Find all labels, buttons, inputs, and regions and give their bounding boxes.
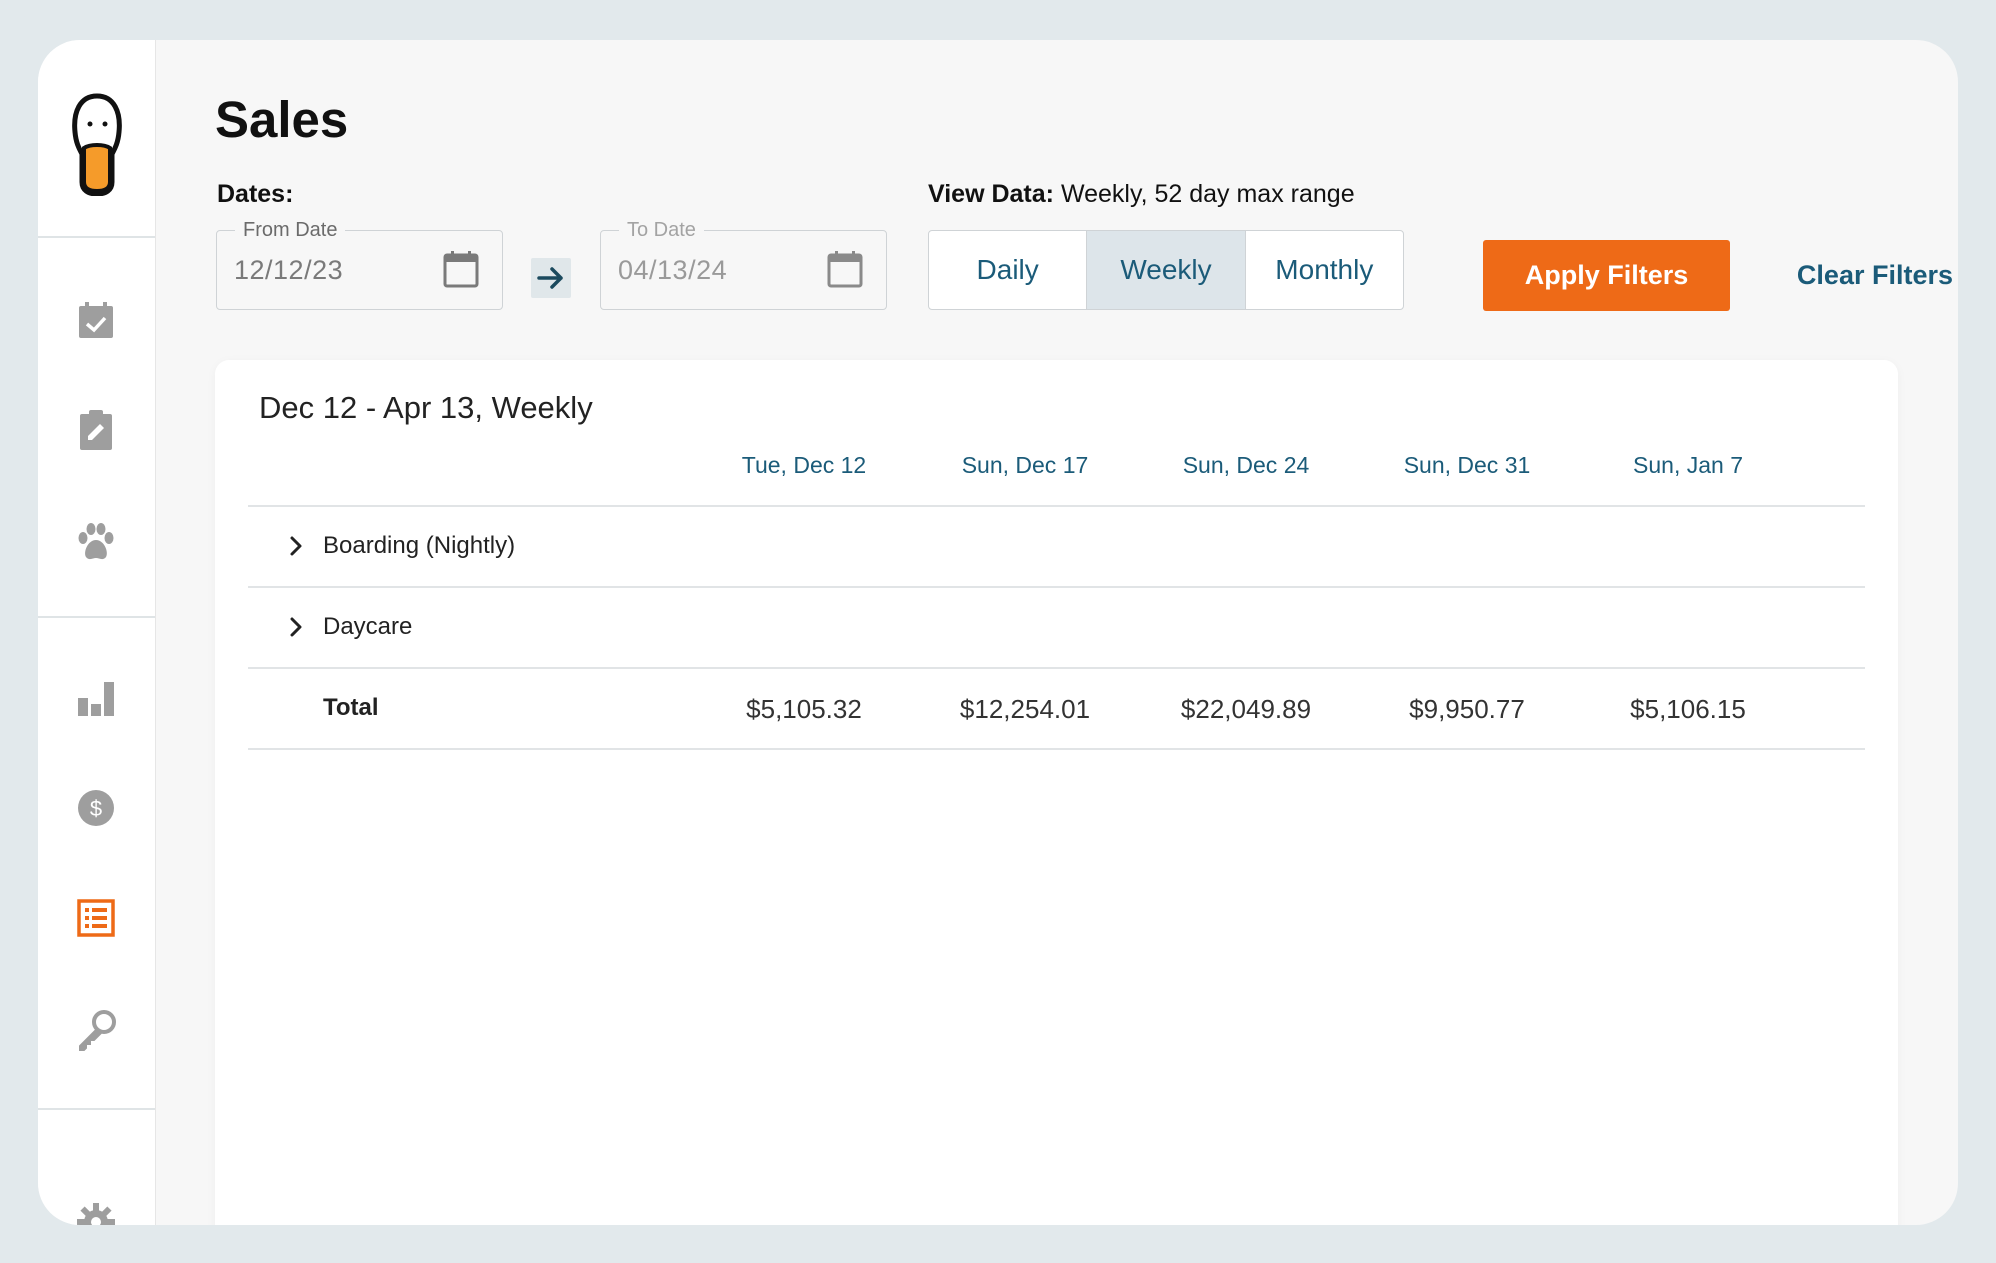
dates-label: Dates: bbox=[217, 180, 294, 208]
column-header: Sun, Dec 24 bbox=[1182, 452, 1310, 478]
row-label: Total bbox=[323, 694, 379, 721]
row-divider bbox=[248, 748, 1865, 750]
clipboard-edit-icon[interactable] bbox=[74, 408, 118, 452]
column-header: Sun, Jan 7 bbox=[1633, 452, 1743, 478]
view-data-heading: View Data: bbox=[928, 180, 1054, 208]
sidebar-divider bbox=[38, 616, 155, 618]
sidebar-divider bbox=[38, 236, 155, 238]
table-row-daycare[interactable]: Daycare bbox=[248, 587, 1865, 667]
from-date-value: 12/12/23 bbox=[234, 255, 344, 285]
key-icon[interactable] bbox=[74, 1008, 118, 1052]
calendar-check-icon[interactable] bbox=[74, 298, 118, 342]
table-row-boarding[interactable]: Boarding (Nightly) bbox=[248, 506, 1865, 586]
sidebar: $ bbox=[38, 40, 156, 1225]
row-label: Daycare bbox=[323, 613, 413, 640]
from-date-field[interactable]: From Date 12/12/23 bbox=[216, 219, 503, 310]
dollar-icon[interactable]: $ bbox=[74, 786, 118, 830]
column-header: Sun, Dec 31 bbox=[1403, 452, 1531, 478]
table-cell: $22,049.89 bbox=[1180, 694, 1312, 724]
bar-chart-icon[interactable] bbox=[74, 676, 118, 720]
page-title: Sales bbox=[215, 91, 349, 148]
apply-filters-button[interactable]: Apply Filters bbox=[1483, 240, 1730, 311]
main-content: Sales Dates: From Date 12/12/23 To Date … bbox=[155, 40, 1958, 1225]
from-date-legend: From Date bbox=[235, 219, 346, 242]
table-row-total: Total $5,105.32 $12,254.01 $22,049.89 $9… bbox=[248, 668, 1865, 748]
chevron-right-icon[interactable] bbox=[284, 534, 308, 558]
row-label: Boarding (Nightly) bbox=[323, 532, 516, 559]
sales-table-card: Dec 12 - Apr 13, Weekly Tue, Dec 12 Sun,… bbox=[215, 360, 1898, 1225]
to-date-field[interactable]: To Date 04/13/24 bbox=[600, 219, 887, 310]
view-data-label: View Data: Weekly, 52 day max range bbox=[928, 180, 1355, 209]
table-cell: $12,254.01 bbox=[959, 694, 1091, 724]
table-cell: $5,106.15 bbox=[1630, 694, 1746, 724]
to-date-legend: To Date bbox=[619, 219, 704, 242]
clear-filters-link[interactable]: Clear Filters bbox=[1731, 240, 1953, 311]
svg-text:$: $ bbox=[90, 796, 102, 821]
report-list-icon[interactable] bbox=[74, 896, 118, 940]
calendar-icon[interactable] bbox=[442, 249, 480, 289]
view-option-daily[interactable]: Daily bbox=[929, 231, 1088, 309]
table-title: Dec 12 - Apr 13, Weekly bbox=[259, 390, 593, 425]
view-toggle: Daily Weekly Monthly bbox=[928, 230, 1404, 310]
chevron-right-icon[interactable] bbox=[284, 615, 308, 639]
view-option-weekly[interactable]: Weekly bbox=[1087, 231, 1246, 309]
column-header: Tue, Dec 12 bbox=[741, 452, 867, 478]
calendar-icon[interactable] bbox=[826, 249, 864, 289]
table-cell: $5,105.32 bbox=[746, 694, 862, 724]
table-cell: $9,950.77 bbox=[1409, 694, 1525, 724]
sidebar-divider bbox=[38, 1108, 155, 1110]
paw-icon[interactable] bbox=[74, 520, 118, 564]
to-date-value: 04/13/24 bbox=[618, 255, 728, 285]
gear-icon[interactable] bbox=[74, 1200, 118, 1225]
arrow-right-icon[interactable] bbox=[531, 258, 571, 298]
view-option-monthly[interactable]: Monthly bbox=[1246, 231, 1403, 309]
logo-icon[interactable] bbox=[68, 92, 126, 197]
view-data-description: Weekly, 52 day max range bbox=[1060, 180, 1355, 208]
app-screen: $ Sales Dates: From Date 12/12/23 To Dat… bbox=[38, 40, 1958, 1225]
column-header: Sun, Dec 17 bbox=[961, 452, 1089, 478]
